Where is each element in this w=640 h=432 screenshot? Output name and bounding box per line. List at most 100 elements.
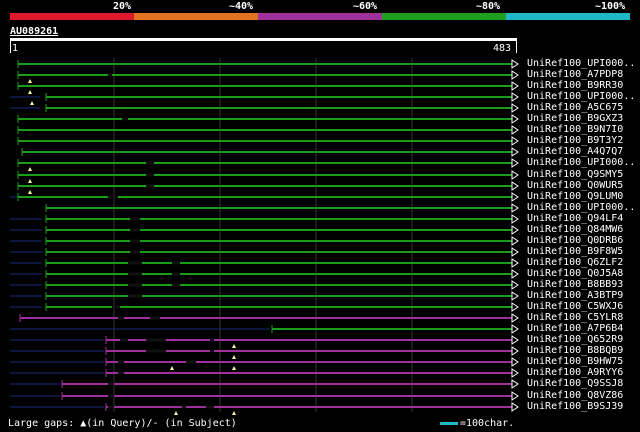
- hit-end-arrow: [511, 269, 519, 279]
- hit-row[interactable]: [17, 114, 519, 124]
- hit-row[interactable]: [17, 70, 519, 83]
- hit-row[interactable]: [10, 258, 519, 268]
- hit-label[interactable]: UniRef100_Q6ZLF2: [527, 257, 623, 268]
- hit-row[interactable]: [45, 203, 519, 213]
- hit-row[interactable]: [10, 335, 519, 348]
- hit-row[interactable]: [17, 59, 519, 69]
- hit-row[interactable]: [10, 379, 519, 389]
- query-gap-marker: [28, 79, 32, 83]
- hit-label[interactable]: UniRef100_Q8VZ86: [527, 390, 623, 401]
- gaps-legend: Large gaps: ▲(in Query)/- (in Subject): [8, 418, 237, 429]
- hit-end-arrow: [511, 170, 519, 180]
- hit-end-arrow: [511, 136, 519, 146]
- hit-label[interactable]: UniRef100_B9GXZ3: [527, 113, 623, 124]
- hit-label[interactable]: UniRef100_Q0J5A8: [527, 268, 623, 279]
- hit-label[interactable]: UniRef100_A4Q7Q7: [527, 146, 623, 157]
- hit-label[interactable]: UniRef100_C5WXJ6: [527, 301, 623, 312]
- hit-row[interactable]: [10, 391, 519, 401]
- hit-label[interactable]: UniRef100_Q652R9: [527, 334, 623, 345]
- hit-end-arrow: [511, 125, 519, 135]
- hit-end-arrow: [511, 280, 519, 290]
- hit-end-arrow: [511, 247, 519, 257]
- hit-label[interactable]: UniRef100_Q94LF4: [527, 213, 623, 224]
- query-gap-marker: [174, 411, 178, 415]
- scale-swatch: [440, 421, 458, 425]
- scale-legend-text: =100char.: [460, 418, 515, 429]
- hit-end-arrow: [511, 114, 519, 124]
- hit-end-arrow: [511, 391, 519, 401]
- hit-label[interactable]: UniRef100_C5YLR8: [527, 312, 623, 323]
- scale-legend: =100char.: [440, 418, 514, 429]
- hit-label[interactable]: UniRef100_Q0WUR5: [527, 180, 623, 191]
- hit-row[interactable]: [10, 324, 519, 334]
- hit-row[interactable]: [10, 92, 519, 105]
- hit-label[interactable]: UniRef100_B8BB93: [527, 279, 623, 290]
- hit-label[interactable]: UniRef100_Q9SSJ8: [527, 378, 623, 389]
- hit-end-arrow: [511, 214, 519, 224]
- hit-label[interactable]: UniRef100_B8BQB9: [527, 345, 623, 356]
- hit-label[interactable]: UniRef100_A7P6B4: [527, 323, 623, 334]
- hit-row[interactable]: [17, 170, 519, 183]
- hit-row[interactable]: [10, 269, 519, 279]
- hit-row[interactable]: [10, 192, 519, 202]
- hit-end-arrow: [511, 313, 519, 323]
- query-gap-marker: [232, 411, 236, 415]
- hit-label[interactable]: UniRef100_Q9SMY5: [527, 169, 623, 180]
- hit-label[interactable]: UniRef100_Q9LUM0: [527, 191, 623, 202]
- hit-end-arrow: [511, 379, 519, 389]
- hit-row[interactable]: [17, 81, 519, 94]
- hit-label[interactable]: UniRef100_Q84MW6: [527, 224, 623, 235]
- hit-end-arrow: [511, 291, 519, 301]
- hit-row[interactable]: [10, 103, 519, 113]
- hit-end-arrow: [511, 181, 519, 191]
- hit-row[interactable]: [19, 313, 519, 323]
- query-gap-marker: [28, 90, 32, 94]
- hit-label[interactable]: UniRef100_B9SJ39: [527, 401, 623, 412]
- hit-label[interactable]: UniRef100_B9T3Y2: [527, 135, 623, 146]
- hit-end-arrow: [511, 158, 519, 168]
- hit-label[interactable]: UniRef100_A3BTP9: [527, 290, 623, 301]
- hit-row[interactable]: [10, 291, 519, 301]
- hit-end-arrow: [511, 70, 519, 80]
- hit-row[interactable]: [10, 236, 519, 246]
- hit-end-arrow: [511, 81, 519, 91]
- hit-end-arrow: [511, 258, 519, 268]
- hit-label[interactable]: UniRef100_A9RYY6: [527, 367, 623, 378]
- query-gap-marker: [170, 366, 174, 370]
- hit-end-arrow: [511, 147, 519, 157]
- hit-row[interactable]: [10, 280, 519, 290]
- hit-label[interactable]: UniRef100_B9F8W5: [527, 246, 623, 257]
- hit-row[interactable]: [10, 368, 519, 378]
- hit-row[interactable]: [10, 357, 519, 370]
- hit-row[interactable]: [10, 225, 519, 235]
- hit-row[interactable]: [17, 181, 519, 194]
- hit-end-arrow: [511, 335, 519, 345]
- hit-label[interactable]: UniRef100_B9RR30: [527, 80, 623, 91]
- hit-end-arrow: [511, 203, 519, 213]
- hit-end-arrow: [511, 346, 519, 356]
- hit-label[interactable]: UniRef100_B9HW75: [527, 356, 623, 367]
- hit-row[interactable]: [10, 247, 519, 257]
- hit-label[interactable]: UniRef100_UPI000..: [527, 91, 635, 102]
- hit-row[interactable]: [10, 214, 519, 224]
- hit-end-arrow: [511, 225, 519, 235]
- hit-end-arrow: [511, 402, 519, 412]
- hit-row[interactable]: [10, 346, 519, 359]
- hit-row[interactable]: [10, 402, 519, 415]
- hit-row[interactable]: [17, 125, 519, 135]
- hit-label[interactable]: UniRef100_UPI000..: [527, 58, 635, 69]
- hit-end-arrow: [511, 324, 519, 334]
- hit-label[interactable]: UniRef100_B9N7I0: [527, 124, 623, 135]
- hit-end-arrow: [511, 357, 519, 367]
- hit-label[interactable]: UniRef100_A5C675: [527, 102, 623, 113]
- hit-row[interactable]: [17, 136, 519, 146]
- hit-row[interactable]: [17, 158, 519, 171]
- hit-row[interactable]: [21, 147, 519, 157]
- hit-label[interactable]: UniRef100_UPI000..: [527, 157, 635, 168]
- hit-label[interactable]: UniRef100_A7PDP8: [527, 69, 623, 80]
- hit-label[interactable]: UniRef100_UPI000..: [527, 202, 635, 213]
- hit-end-arrow: [511, 368, 519, 378]
- hit-label[interactable]: UniRef100_Q0DRB6: [527, 235, 623, 246]
- hit-end-arrow: [511, 236, 519, 246]
- hit-row[interactable]: [10, 302, 519, 312]
